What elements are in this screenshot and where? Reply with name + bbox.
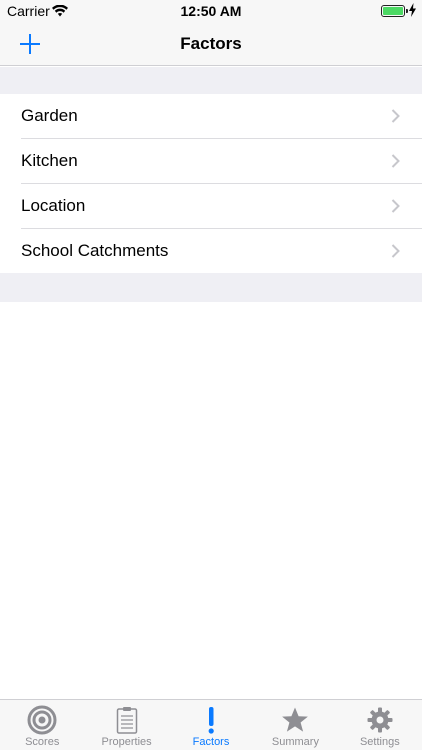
tab-settings[interactable]: Settings <box>338 700 422 750</box>
charging-bolt-icon <box>409 3 416 20</box>
chevron-right-icon <box>391 109 400 128</box>
factor-list: Garden Kitchen Location School Catchment… <box>0 94 422 273</box>
list-item[interactable]: School Catchments <box>0 229 422 274</box>
section-footer-spacer <box>0 273 422 302</box>
star-icon <box>281 705 309 735</box>
section-header-spacer <box>0 67 422 94</box>
navigation-bar: Factors <box>0 22 422 66</box>
page-title: Factors <box>180 34 242 53</box>
tab-scores[interactable]: Scores <box>0 700 84 750</box>
tab-summary[interactable]: Summary <box>253 700 337 750</box>
tab-bar: Scores Properties Factors Summary Settin… <box>0 699 422 750</box>
list-item[interactable]: Location <box>0 184 422 229</box>
tab-label: Settings <box>359 736 400 748</box>
tab-label: Scores <box>25 736 60 748</box>
list-item-label: School Catchments <box>21 241 169 260</box>
screen: Carrier 12:50 AM Factors Garden Kitchen … <box>0 0 422 750</box>
battery-icon <box>381 5 405 17</box>
tab-properties[interactable]: Properties <box>84 700 168 750</box>
chevron-right-icon <box>391 244 400 263</box>
list-item-label: Kitchen <box>21 151 78 170</box>
chevron-right-icon <box>391 154 400 173</box>
clipboard-icon <box>116 705 138 735</box>
tab-label: Summary <box>271 736 319 748</box>
tab-label: Factors <box>192 736 230 748</box>
list-item-label: Garden <box>21 106 78 125</box>
chevron-right-icon <box>391 199 400 218</box>
status-time: 12:50 AM <box>180 3 242 19</box>
list-item-label: Location <box>21 196 86 215</box>
tab-factors[interactable]: Factors <box>169 700 253 750</box>
gear-icon <box>367 705 393 735</box>
battery-cap <box>406 9 408 13</box>
list-item[interactable]: Kitchen <box>0 139 422 184</box>
list-item[interactable]: Garden <box>0 94 422 139</box>
tab-label: Properties <box>101 736 152 748</box>
target-icon <box>27 705 57 735</box>
status-bar: Carrier 12:50 AM <box>0 0 422 22</box>
exclamation-icon <box>206 705 216 735</box>
